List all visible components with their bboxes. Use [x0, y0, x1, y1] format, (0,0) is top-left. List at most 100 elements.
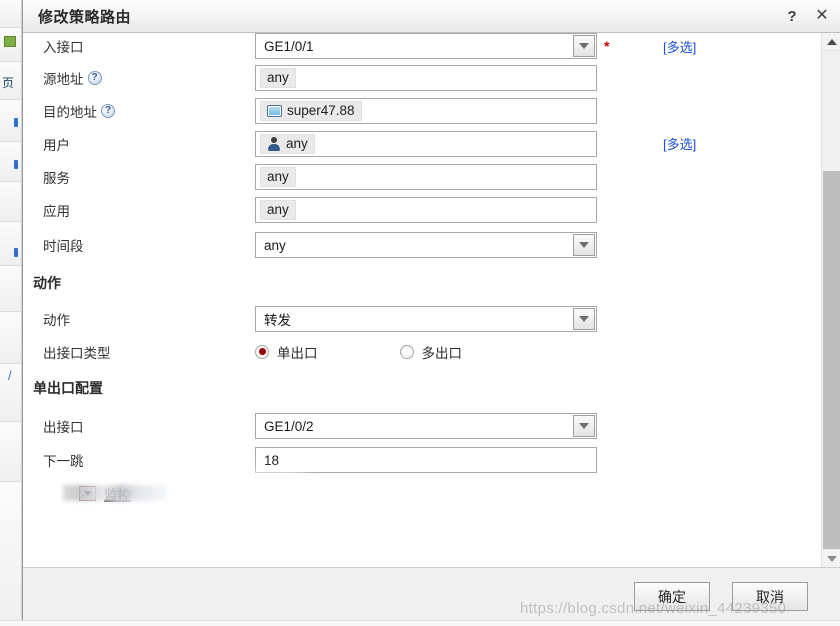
label-service: 服务 [43, 170, 70, 186]
monitor-toggle-row: 监控 [23, 477, 821, 510]
select-time-range[interactable]: any [255, 232, 597, 258]
form-row-application: 应用 any [23, 193, 821, 226]
form-row-time-range: 时间段 any [23, 226, 821, 264]
chip-user[interactable]: any [260, 133, 315, 154]
cancel-button[interactable]: 取消 [732, 582, 808, 611]
dialog-window: 修改策略路由 ? ✕ 入接口 GE1/0/1 * [多选] 源地址 ? any … [22, 0, 840, 626]
label-egress-type: 出接口类型 [43, 345, 111, 361]
label-next-hop: 下一跳 [43, 454, 84, 469]
select-action[interactable]: 转发 [255, 306, 597, 332]
label-time-range: 时间段 [43, 239, 84, 254]
bg-row [0, 100, 21, 142]
input-destination-address[interactable]: super47.88 [255, 97, 597, 124]
chevron-down-icon[interactable] [573, 234, 595, 256]
chevron-down-icon[interactable] [79, 486, 96, 501]
chip-source-address[interactable]: any [260, 67, 296, 88]
help-icon-source-address[interactable]: ? [87, 70, 102, 85]
section-single-egress: 单出口配置 [23, 367, 821, 409]
input-next-hop-value: 18 [264, 452, 280, 468]
section-action: 动作 [23, 264, 821, 302]
form-row-egress-type: 出接口类型 单出口 多出口 [23, 336, 821, 367]
input-source-address[interactable]: any [255, 64, 597, 91]
input-next-hop[interactable]: 18 [255, 447, 597, 473]
radio-multi-egress-dot[interactable] [399, 344, 414, 359]
dialog-title: 修改策略路由 [38, 8, 132, 26]
radio-multi-egress-label: 多出口 [421, 345, 463, 361]
chevron-down-icon[interactable] [573, 308, 595, 330]
dialog-body: 入接口 GE1/0/1 * [多选] 源地址 ? any 目的地址 ? supe… [23, 33, 840, 567]
vertical-scrollbar[interactable] [821, 33, 840, 567]
form-row-next-hop: 下一跳 18 [23, 443, 821, 477]
chip-service-label: any [267, 169, 289, 184]
label-destination-address-text: 目的地址 [43, 104, 97, 120]
bg-tree-icon [4, 36, 16, 47]
select-egress-interface-value: GE1/0/2 [264, 418, 314, 434]
help-icon-destination-address[interactable]: ? [101, 103, 115, 118]
form-row-source-address: 源地址 ? any [23, 61, 821, 94]
bg-row [0, 482, 21, 626]
bg-marker-icon [14, 160, 18, 169]
required-asterisk: * [604, 38, 610, 54]
form-row-action: 动作 转发 [23, 302, 821, 336]
chevron-down-icon[interactable] [573, 35, 595, 57]
chevron-down-icon[interactable] [573, 415, 595, 437]
dialog-titlebar: 修改策略路由 ? ✕ [23, 0, 840, 33]
user-icon [267, 136, 281, 151]
select-ingress-interface[interactable]: GE1/0/1 [255, 33, 597, 59]
label-destination-address: 目的地址 ? [23, 101, 255, 121]
input-service[interactable]: any [255, 163, 597, 190]
multi-select-link-ingress[interactable]: [多选] [663, 37, 696, 56]
monitor-icon [267, 104, 282, 117]
bg-text: 页 [2, 76, 15, 90]
form-row-egress-interface: 出接口 GE1/0/2 [23, 409, 821, 443]
section-title-action: 动作 [33, 275, 61, 291]
radio-single-egress[interactable]: 单出口 [255, 342, 318, 362]
close-icon[interactable]: ✕ [814, 7, 830, 25]
form-row-ingress-interface: 入接口 GE1/0/1 * [多选] [23, 33, 821, 61]
chip-application[interactable]: any [260, 199, 296, 220]
label-user: 用户 [43, 137, 70, 153]
ok-button[interactable]: 确定 [634, 582, 710, 611]
radio-single-egress-dot[interactable] [255, 344, 269, 359]
label-ingress-interface: 入接口 [43, 40, 84, 55]
radio-group-egress-type: 单出口 多出口 [255, 342, 675, 362]
bg-row [0, 182, 21, 222]
bg-row [0, 142, 21, 182]
scroll-up-button[interactable] [822, 33, 840, 51]
bg-row [0, 422, 21, 482]
form-row-destination-address: 目的地址 ? super47.88 [23, 94, 821, 127]
label-egress-interface: 出接口 [43, 420, 84, 435]
input-user[interactable]: any [255, 130, 597, 157]
titlebar-buttons: ? ✕ [784, 0, 830, 32]
multi-select-link-user[interactable]: [多选] [663, 134, 696, 153]
scrollbar-thumb[interactable] [823, 171, 840, 551]
bg-row [0, 0, 21, 28]
form-scroll-area: 入接口 GE1/0/1 * [多选] 源地址 ? any 目的地址 ? supe… [23, 33, 821, 567]
chip-destination-address-label: super47.88 [287, 103, 355, 118]
scroll-down-button[interactable] [822, 549, 840, 567]
input-application[interactable]: any [255, 196, 597, 223]
select-egress-interface[interactable]: GE1/0/2 [255, 413, 597, 439]
bottom-strip [0, 620, 840, 626]
radio-single-egress-label: 单出口 [277, 345, 318, 361]
label-source-address-text: 源地址 [43, 71, 84, 87]
select-ingress-interface-value: GE1/0/1 [264, 38, 314, 54]
select-action-value: 转发 [264, 313, 291, 328]
chip-destination-address[interactable]: super47.88 [260, 100, 362, 121]
bg-marker-icon: / [8, 368, 12, 383]
section-title-single-egress: 单出口配置 [33, 380, 103, 396]
bg-row [0, 312, 21, 364]
chip-application-label: any [267, 202, 289, 217]
bg-row [0, 222, 21, 266]
monitor-toggle-label[interactable]: 监控 [104, 484, 131, 504]
form-row-service: 服务 any [23, 160, 821, 193]
label-application: 应用 [43, 203, 70, 219]
radio-multi-egress[interactable]: 多出口 [399, 342, 463, 362]
chip-service[interactable]: any [260, 166, 296, 187]
help-icon[interactable]: ? [784, 7, 800, 25]
background-page: 页 / [0, 0, 22, 626]
chip-source-address-label: any [267, 70, 289, 85]
bg-row [0, 266, 21, 312]
bg-marker-icon [14, 118, 18, 127]
bg-marker-icon [14, 248, 18, 257]
